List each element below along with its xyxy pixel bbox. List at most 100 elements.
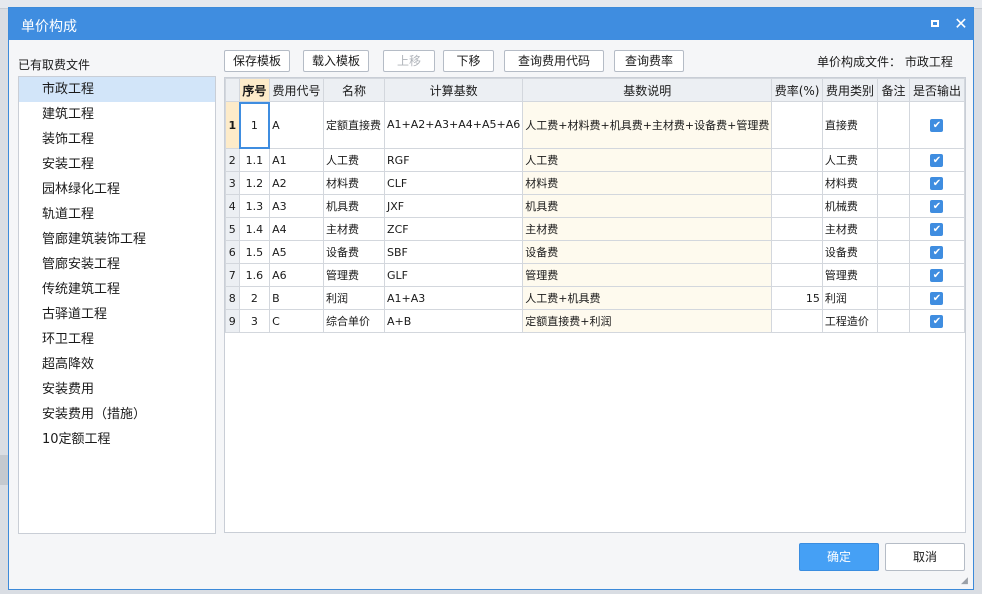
seq-cell[interactable]: 3 xyxy=(238,309,271,333)
base-cell[interactable]: A1+A3 xyxy=(384,286,524,310)
name-cell[interactable]: 利润 xyxy=(322,286,386,310)
move-up-button[interactable]: 上移 xyxy=(383,50,435,72)
note-cell[interactable] xyxy=(877,217,910,241)
fee-file-item[interactable]: 轨道工程 xyxy=(19,202,215,227)
name-cell[interactable]: 主材费 xyxy=(322,217,386,241)
resize-grip-icon[interactable]: ◢ xyxy=(961,576,971,586)
note-cell[interactable] xyxy=(877,148,910,172)
table-row[interactable]: 5 1.4 A4 主材费 ZCF 主材费 主材费 ✔ xyxy=(225,217,966,241)
output-checkbox-cell[interactable]: ✔ xyxy=(908,148,966,172)
fee-file-item[interactable]: 建筑工程 xyxy=(19,102,215,127)
base-desc-cell[interactable]: 机具费 xyxy=(522,194,773,218)
rate-cell[interactable] xyxy=(771,171,823,195)
table-row[interactable]: 8 2 B 利润 A1+A3 人工费+机具费 15 利润 ✔ xyxy=(225,286,966,310)
row-number[interactable]: 1 xyxy=(225,101,240,149)
seq-cell[interactable]: 2 xyxy=(238,286,271,310)
category-cell[interactable]: 设备费 xyxy=(821,240,879,264)
fee-file-item[interactable]: 10定额工程 xyxy=(19,427,215,452)
row-number[interactable]: 6 xyxy=(225,240,240,264)
base-cell[interactable]: GLF xyxy=(384,263,524,287)
row-number[interactable]: 7 xyxy=(225,263,240,287)
column-header[interactable]: 基数说明 xyxy=(522,78,773,102)
base-desc-cell[interactable]: 材料费 xyxy=(522,171,773,195)
fee-file-item[interactable]: 园林绿化工程 xyxy=(19,177,215,202)
table-row[interactable]: 9 3 C 综合单价 A+B 定额直接费+利润 工程造价 ✔ xyxy=(225,309,966,333)
rate-cell[interactable] xyxy=(771,309,823,333)
base-desc-cell[interactable]: 人工费+材料费+机具费+主材费+设备费+管理费 xyxy=(522,101,773,149)
table-row[interactable]: 1 1 A 定额直接费 A1+A2+A3+A4+A5+A6 人工费+材料费+机具… xyxy=(225,101,966,149)
close-icon[interactable]: ✕ xyxy=(950,13,972,35)
category-cell[interactable]: 人工费 xyxy=(821,148,879,172)
column-header[interactable]: 是否输出 xyxy=(908,78,966,102)
name-cell[interactable]: 材料费 xyxy=(322,171,386,195)
table-row[interactable]: 2 1.1 A1 人工费 RGF 人工费 人工费 ✔ xyxy=(225,148,966,172)
rate-cell[interactable] xyxy=(771,263,823,287)
row-number[interactable]: 3 xyxy=(225,171,240,195)
output-checkbox-cell[interactable]: ✔ xyxy=(908,101,966,149)
output-checkbox-cell[interactable]: ✔ xyxy=(908,217,966,241)
seq-cell[interactable]: 1.3 xyxy=(238,194,271,218)
column-header[interactable]: 费用类别 xyxy=(821,78,879,102)
base-desc-cell[interactable]: 人工费 xyxy=(522,148,773,172)
column-header[interactable]: 计算基数 xyxy=(384,78,524,102)
row-number[interactable]: 2 xyxy=(225,148,240,172)
check-icon[interactable]: ✔ xyxy=(930,176,944,190)
check-icon[interactable]: ✔ xyxy=(930,245,944,259)
fee-file-item[interactable]: 管廊安装工程 xyxy=(19,252,215,277)
code-cell[interactable]: A4 xyxy=(269,217,324,241)
check-icon[interactable]: ✔ xyxy=(930,222,944,236)
code-cell[interactable]: C xyxy=(269,309,324,333)
base-desc-cell[interactable]: 主材费 xyxy=(522,217,773,241)
check-icon[interactable]: ✔ xyxy=(930,314,944,328)
column-header[interactable]: 序号 xyxy=(238,78,271,102)
category-cell[interactable]: 机械费 xyxy=(821,194,879,218)
rate-cell[interactable] xyxy=(771,148,823,172)
seq-cell[interactable]: 1 xyxy=(238,101,271,149)
maximize-icon[interactable] xyxy=(925,13,947,35)
row-number[interactable]: 4 xyxy=(225,194,240,218)
base-desc-cell[interactable]: 管理费 xyxy=(522,263,773,287)
category-cell[interactable]: 管理费 xyxy=(821,263,879,287)
load-template-button[interactable]: 载入模板 xyxy=(303,50,369,72)
column-header[interactable]: 费率(%) xyxy=(771,78,823,102)
save-template-button[interactable]: 保存模板 xyxy=(224,50,290,72)
column-header[interactable]: 名称 xyxy=(322,78,386,102)
output-checkbox-cell[interactable]: ✔ xyxy=(908,286,966,310)
column-header[interactable]: 备注 xyxy=(877,78,910,102)
note-cell[interactable] xyxy=(877,240,910,264)
seq-cell[interactable]: 1.5 xyxy=(238,240,271,264)
table-row[interactable]: 4 1.3 A3 机具费 JXF 机具费 机械费 ✔ xyxy=(225,194,966,218)
category-cell[interactable]: 直接费 xyxy=(821,101,879,149)
base-cell[interactable]: CLF xyxy=(384,171,524,195)
code-cell[interactable]: A1 xyxy=(269,148,324,172)
check-icon[interactable]: ✔ xyxy=(930,153,944,167)
check-icon[interactable]: ✔ xyxy=(930,199,944,213)
fee-file-item[interactable]: 管廊建筑装饰工程 xyxy=(19,227,215,252)
seq-cell[interactable]: 1.6 xyxy=(238,263,271,287)
query-fee-code-button[interactable]: 查询费用代码 xyxy=(504,50,604,72)
output-checkbox-cell[interactable]: ✔ xyxy=(908,240,966,264)
base-cell[interactable]: A+B xyxy=(384,309,524,333)
category-cell[interactable]: 主材费 xyxy=(821,217,879,241)
check-icon[interactable]: ✔ xyxy=(930,118,944,132)
rate-cell[interactable] xyxy=(771,194,823,218)
rate-cell[interactable] xyxy=(771,101,823,149)
dialog-titlebar[interactable]: 单价构成 ✕ xyxy=(9,8,973,40)
output-checkbox-cell[interactable]: ✔ xyxy=(908,309,966,333)
note-cell[interactable] xyxy=(877,263,910,287)
seq-cell[interactable]: 1.4 xyxy=(238,217,271,241)
base-desc-cell[interactable]: 人工费+机具费 xyxy=(522,286,773,310)
fee-file-item[interactable]: 超高降效 xyxy=(19,352,215,377)
table-row[interactable]: 3 1.2 A2 材料费 CLF 材料费 材料费 ✔ xyxy=(225,171,966,195)
row-number[interactable]: 8 xyxy=(225,286,240,310)
fee-file-item[interactable]: 装饰工程 xyxy=(19,127,215,152)
code-cell[interactable]: A3 xyxy=(269,194,324,218)
base-cell[interactable]: RGF xyxy=(384,148,524,172)
fee-file-item[interactable]: 安装工程 xyxy=(19,152,215,177)
row-number[interactable]: 9 xyxy=(225,309,240,333)
name-cell[interactable]: 设备费 xyxy=(322,240,386,264)
move-down-button[interactable]: 下移 xyxy=(443,50,494,72)
fee-file-item[interactable]: 古驿道工程 xyxy=(19,302,215,327)
base-desc-cell[interactable]: 设备费 xyxy=(522,240,773,264)
column-header[interactable]: 费用代号 xyxy=(269,78,324,102)
